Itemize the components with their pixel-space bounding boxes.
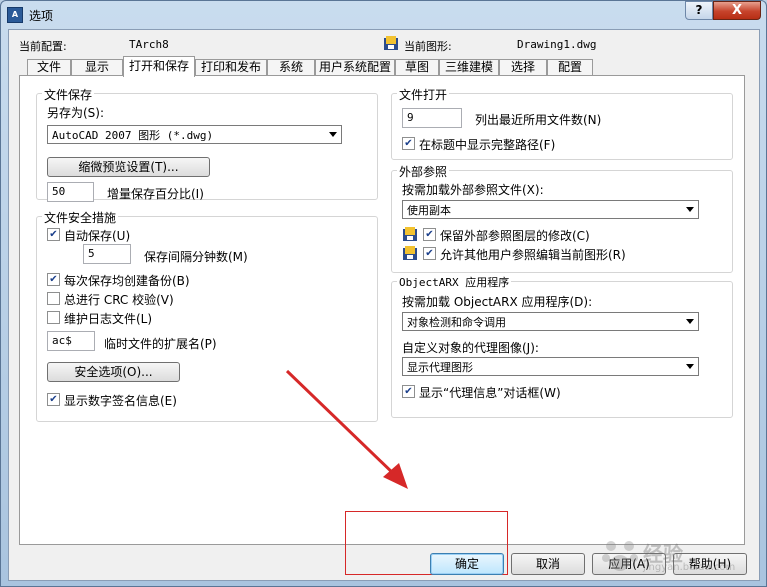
allow-refedit-checkbox[interactable]: ✔ bbox=[423, 247, 436, 260]
xref-group: 外部参照 按需加载外部参照文件(X): 使用副本 ✔ 保留外部参照图层的修改(C… bbox=[391, 163, 733, 273]
dialog-client: 当前配置: TArch8 当前图形: Drawing1.dwg 文件 显示 打开… bbox=[8, 29, 760, 581]
log-file-label: 维护日志文件(L) bbox=[64, 312, 153, 326]
save-interval-input[interactable]: 5 bbox=[83, 244, 131, 264]
file-safety-title: 文件安全措施 bbox=[42, 209, 119, 226]
xref-demand-load-label: 按需加载外部参照文件(X): bbox=[402, 183, 544, 197]
temp-ext-label: 临时文件的扩展名(P) bbox=[104, 337, 217, 351]
file-open-title: 文件打开 bbox=[397, 86, 450, 103]
tab-system[interactable]: 系统 bbox=[267, 59, 315, 76]
dropdown-arrow-icon bbox=[686, 207, 694, 212]
full-path-checkbox[interactable]: ✔ bbox=[402, 137, 415, 150]
current-config-value: TArch8 bbox=[129, 38, 169, 51]
digital-signature-label: 显示数字签名信息(E) bbox=[64, 394, 177, 408]
options-dialog: A 选项 ? X 当前配置: TArch8 当前图形: Drawing1.dwg… bbox=[0, 0, 767, 587]
xref-demand-load-value: 使用副本 bbox=[407, 204, 451, 217]
title-bar[interactable]: A 选项 ? X bbox=[1, 1, 766, 29]
dropdown-arrow-icon bbox=[686, 364, 694, 369]
tab-open-save[interactable]: 打开和保存 bbox=[123, 56, 195, 77]
tab-profiles[interactable]: 配置 bbox=[547, 59, 593, 76]
help-button[interactable]: 帮助(H) bbox=[673, 553, 747, 575]
incremental-save-label: 增量保存百分比(I) bbox=[107, 187, 204, 201]
tab-plot-publish[interactable]: 打印和发布 bbox=[195, 59, 267, 76]
tab-3d-modeling[interactable]: 三维建模 bbox=[439, 59, 499, 76]
create-backup-checkbox[interactable]: ✔ bbox=[47, 273, 60, 286]
file-open-group: 文件打开 9 列出最近所用文件数(N) ✔ 在标题中显示完整路径(F) bbox=[391, 86, 733, 160]
current-config-label: 当前配置: bbox=[19, 40, 67, 53]
help-title-button[interactable]: ? bbox=[685, 1, 713, 20]
tab-drafting[interactable]: 草图 bbox=[395, 59, 439, 76]
full-path-label: 在标题中显示完整路径(F) bbox=[419, 138, 556, 152]
recent-files-label: 列出最近所用文件数(N) bbox=[475, 113, 602, 127]
objectarx-group: ObjectARX 应用程序 按需加载 ObjectARX 应用程序(D): 对… bbox=[391, 274, 733, 418]
arx-demand-load-label: 按需加载 ObjectARX 应用程序(D): bbox=[402, 295, 593, 309]
tab-files[interactable]: 文件 bbox=[27, 59, 71, 76]
tab-user-preferences[interactable]: 用户系统配置 bbox=[315, 59, 395, 76]
save-interval-label: 保存间隔分钟数(M) bbox=[144, 250, 248, 264]
drawing-icon bbox=[384, 36, 398, 50]
cancel-button[interactable]: 取消 bbox=[511, 553, 585, 575]
drawing-icon bbox=[403, 227, 417, 241]
retain-xref-layer-label: 保留外部参照图层的修改(C) bbox=[440, 229, 590, 243]
proxy-image-select[interactable]: 显示代理图形 bbox=[402, 357, 699, 376]
current-drawing-value: Drawing1.dwg bbox=[517, 38, 597, 51]
dropdown-arrow-icon bbox=[329, 132, 337, 137]
auto-save-checkbox[interactable]: ✔ bbox=[47, 228, 60, 241]
ok-button[interactable]: 确定 bbox=[430, 553, 504, 575]
temp-ext-input[interactable]: ac$ bbox=[47, 331, 95, 351]
xref-title: 外部参照 bbox=[397, 163, 450, 180]
save-as-label: 另存为(S): bbox=[47, 106, 105, 120]
create-backup-label: 每次保存均创建备份(B) bbox=[64, 274, 190, 288]
tab-selection[interactable]: 选择 bbox=[499, 59, 547, 76]
retain-xref-layer-checkbox[interactable]: ✔ bbox=[423, 228, 436, 241]
current-drawing-label: 当前图形: bbox=[404, 40, 452, 53]
close-button[interactable]: X bbox=[713, 1, 761, 20]
autocad-app-icon: A bbox=[7, 7, 23, 23]
crc-check-checkbox[interactable] bbox=[47, 292, 60, 305]
window-title: 选项 bbox=[29, 9, 54, 23]
save-as-value: AutoCAD 2007 图形 (*.dwg) bbox=[52, 129, 214, 142]
proxy-info-label: 显示“代理信息”对话框(W) bbox=[419, 386, 561, 400]
allow-refedit-label: 允许其他用户参照编辑当前图形(R) bbox=[440, 248, 626, 262]
digital-signature-checkbox[interactable]: ✔ bbox=[47, 393, 60, 406]
arx-demand-load-value: 对象检测和命令调用 bbox=[407, 316, 506, 329]
xref-demand-load-select[interactable]: 使用副本 bbox=[402, 200, 699, 219]
apply-button[interactable]: 应用(A) bbox=[592, 553, 666, 575]
incremental-save-input[interactable]: 50 bbox=[47, 182, 94, 202]
arx-demand-load-select[interactable]: 对象检测和命令调用 bbox=[402, 312, 699, 331]
file-save-title: 文件保存 bbox=[42, 86, 95, 103]
thumbnail-settings-button[interactable]: 缩微预览设置(T)... bbox=[47, 157, 210, 177]
save-as-select[interactable]: AutoCAD 2007 图形 (*.dwg) bbox=[47, 125, 342, 144]
objectarx-title: ObjectARX 应用程序 bbox=[397, 274, 512, 290]
tab-display[interactable]: 显示 bbox=[71, 59, 123, 76]
auto-save-label: 自动保存(U) bbox=[64, 229, 131, 243]
log-file-checkbox[interactable] bbox=[47, 311, 60, 324]
annotation-arrow bbox=[285, 369, 408, 489]
crc-check-label: 总进行 CRC 校验(V) bbox=[64, 293, 174, 307]
recent-files-input[interactable]: 9 bbox=[402, 108, 462, 128]
dropdown-arrow-icon bbox=[686, 319, 694, 324]
security-options-button[interactable]: 安全选项(O)... bbox=[47, 362, 180, 382]
proxy-image-label: 自定义对象的代理图像(J): bbox=[402, 341, 539, 355]
drawing-icon bbox=[403, 246, 417, 260]
file-save-group: 文件保存 另存为(S): AutoCAD 2007 图形 (*.dwg) 缩微预… bbox=[36, 86, 378, 202]
